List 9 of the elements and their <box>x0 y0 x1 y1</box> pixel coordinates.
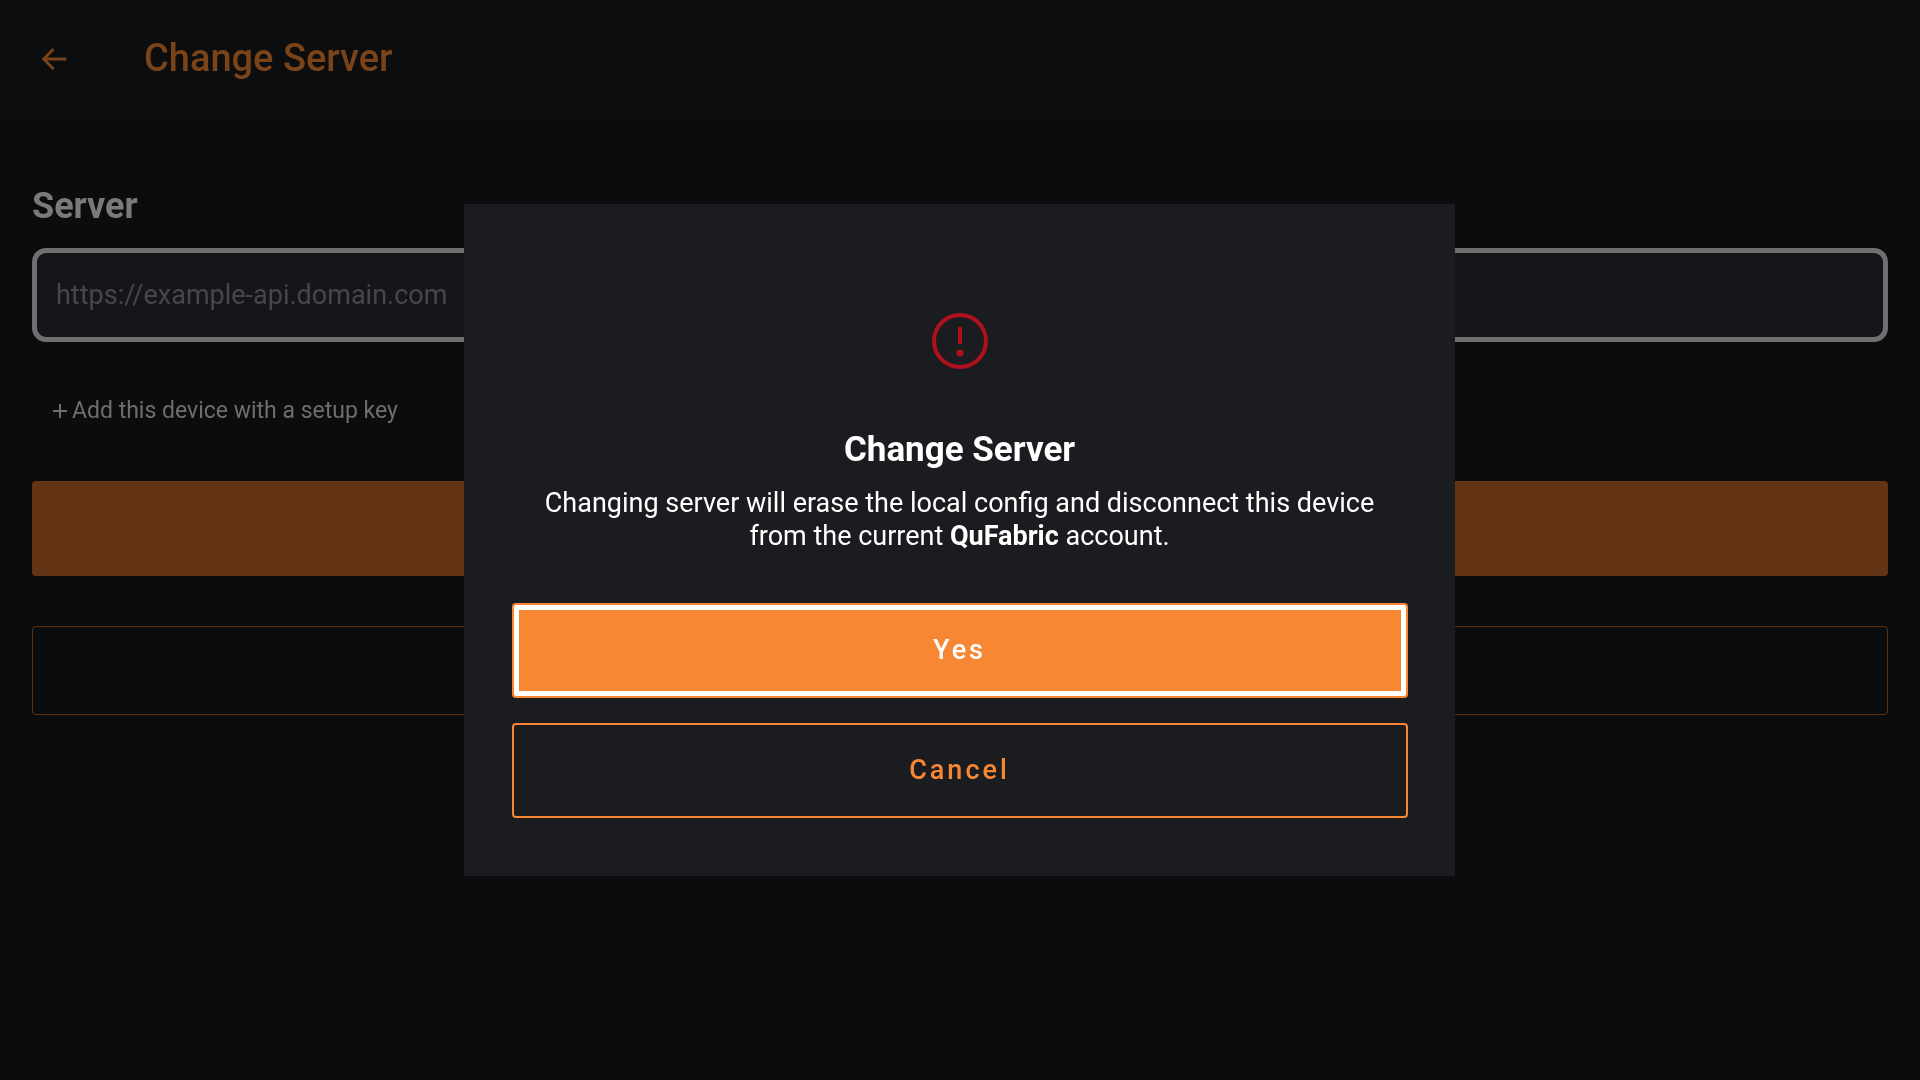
setup-key-link[interactable]: Add this device with a setup key <box>52 394 398 429</box>
plus-icon <box>52 403 68 420</box>
dialog-message: Changing server will erase the local config and disconnect this device from the current QuFabric account. <box>543 487 1376 553</box>
dialog-button[interactable]: Cancel <box>511 723 1408 818</box>
screen-title: Change Server <box>144 35 393 82</box>
dialog-title: Change Server <box>843 432 1076 467</box>
warning-icon <box>930 312 989 370</box>
field-label: Server <box>32 188 139 224</box>
dialog-button[interactable]: Yes <box>511 603 1408 698</box>
